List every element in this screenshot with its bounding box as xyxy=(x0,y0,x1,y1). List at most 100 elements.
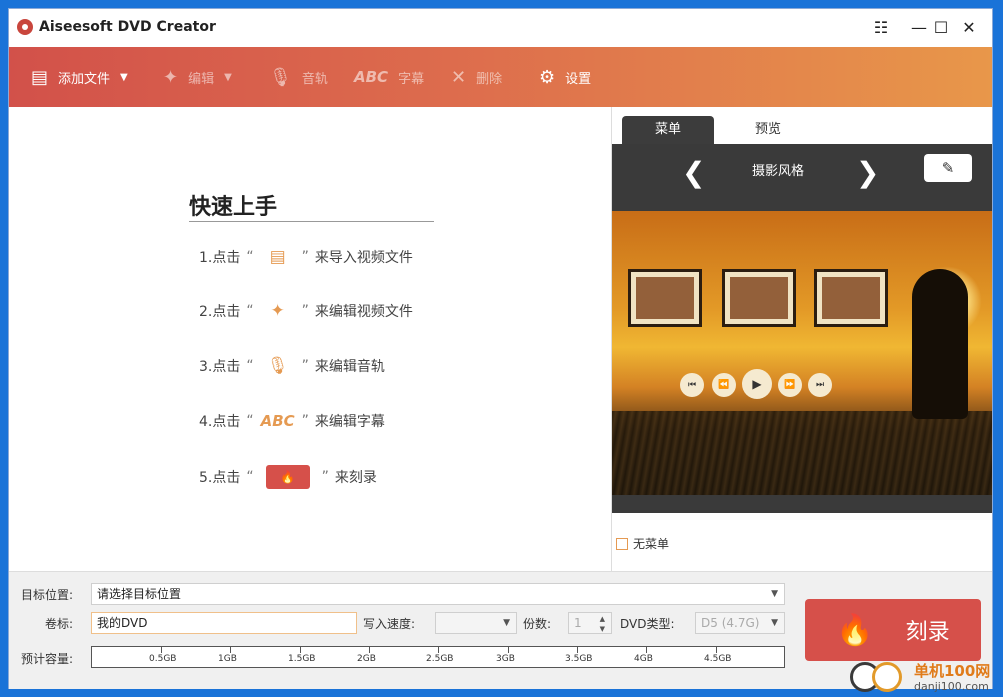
write-speed-select[interactable]: ▼ xyxy=(435,612,517,634)
chevron-down-icon[interactable]: ▼ xyxy=(771,584,778,604)
speed-label: 写入速度: xyxy=(363,617,416,631)
quote-open: “ xyxy=(246,303,254,319)
toolbar: ▤ 添加文件 ▼ ✦ 编辑 ▼ 🎙 音轨 ABC 字幕 ✕ 删除 ⚙ 设置 xyxy=(9,47,992,107)
add-file-button[interactable]: ▤ 添加文件 ▼ xyxy=(31,47,128,107)
copies-stepper[interactable]: 1 ▲ ▼ xyxy=(568,612,612,634)
step-suffix: 来导入视频文件 xyxy=(314,250,413,266)
quote-close: ” xyxy=(301,358,309,374)
add-file-icon: ▤ xyxy=(269,247,286,267)
target-value: 请选择目标位置 xyxy=(97,587,182,601)
volume-value: 我的DVD xyxy=(97,616,148,630)
add-file-icon: ▤ xyxy=(31,66,49,88)
copies-label: 份数: xyxy=(523,617,552,631)
edit-menu-icon: ✎ xyxy=(941,159,955,177)
first-chapter-icon[interactable]: ⏮ xyxy=(680,373,704,397)
capacity-bar: 0.5GB 1GB 1.5GB 2GB 2.5GB 3GB 3.5GB 4GB … xyxy=(91,646,785,668)
photographer-silhouette xyxy=(912,269,968,419)
audio-button[interactable]: 🎙 音轨 xyxy=(269,47,328,107)
step-suffix: 来编辑音轨 xyxy=(314,359,385,375)
prev-template-icon[interactable]: ❮ xyxy=(682,156,705,189)
rewind-icon[interactable]: ⏪ xyxy=(712,373,736,397)
quote-open: “ xyxy=(246,249,254,265)
edit-stars-icon: ✦ xyxy=(163,66,179,88)
no-menu-checkbox[interactable]: 无菜单 xyxy=(616,535,669,552)
step-prefix: 1.点击 xyxy=(199,250,241,266)
mic-icon: 🎙 xyxy=(269,66,292,88)
tab-menu[interactable]: 菜单 xyxy=(622,116,714,144)
burn-button[interactable]: 🔥 刻录 xyxy=(805,599,981,661)
volume-label: 卷标: xyxy=(45,617,74,631)
quickstart-step-5: 5.点击 “ 🔥 ” 来刻录 xyxy=(199,465,377,489)
quote-open: “ xyxy=(246,469,254,485)
app-title: Aiseesoft DVD Creator xyxy=(39,19,216,35)
abc-icon: ABC xyxy=(354,68,389,86)
forward-icon[interactable]: ⏩ xyxy=(778,373,802,397)
edit-menu-button[interactable]: ✎ xyxy=(924,154,972,182)
settings-button[interactable]: ⚙ 设置 xyxy=(539,47,591,107)
settings-label: 设置 xyxy=(565,71,592,87)
burn-icon: 🔥 xyxy=(265,465,310,489)
play-icon[interactable]: ▶ xyxy=(742,369,772,399)
delete-button[interactable]: ✕ 删除 xyxy=(451,47,502,107)
quickstart-divider xyxy=(189,221,434,222)
chevron-down-icon[interactable]: ▼ xyxy=(771,613,778,633)
quote-close: ” xyxy=(301,413,309,429)
watermark-text: 单机100网 xyxy=(914,662,991,680)
feedback-icon[interactable]: ☷ xyxy=(869,17,893,39)
quote-open: “ xyxy=(246,413,254,429)
menu-preview-image: ⏮ ⏪ ▶ ⏩ ⏭ xyxy=(612,211,992,495)
quickstart-step-1: 1.点击 “ ▤ ” 来导入视频文件 xyxy=(199,247,413,267)
step-prefix: 2.点击 xyxy=(199,304,241,320)
last-chapter-icon[interactable]: ⏭ xyxy=(808,373,832,397)
watermark-logo-icon xyxy=(872,662,902,692)
checkbox-box[interactable] xyxy=(616,537,628,550)
edit-label: 编辑 xyxy=(188,71,215,87)
edit-dropdown-icon[interactable]: ▼ xyxy=(224,72,232,83)
add-file-dropdown-icon[interactable]: ▼ xyxy=(120,72,128,83)
menu-template-bar: ❮ 摄影风格 ❯ ✎ xyxy=(612,144,992,211)
dvd-type-value: D5 (4.7G) xyxy=(701,616,760,630)
chapter-frame[interactable] xyxy=(628,269,702,327)
next-template-icon[interactable]: ❯ xyxy=(856,156,879,189)
quote-close: ” xyxy=(301,303,309,319)
step-prefix: 3.点击 xyxy=(199,359,241,375)
watermark: 单机100网 danji100.com xyxy=(850,660,1000,697)
close-button[interactable]: ✕ xyxy=(957,17,981,39)
minimize-button[interactable]: — xyxy=(907,17,931,39)
chapter-frame[interactable] xyxy=(722,269,796,327)
output-settings-panel: 目标位置: 请选择目标位置 ▼ 卷标: 我的DVD 写入速度: ▼ 份数: 1 … xyxy=(9,571,992,689)
copies-value: 1 xyxy=(574,616,582,630)
delete-label: 删除 xyxy=(476,71,503,87)
volume-label-input[interactable]: 我的DVD xyxy=(91,612,357,634)
abc-icon: ABC xyxy=(260,412,295,430)
burn-label: 刻录 xyxy=(905,620,950,645)
target-location-select[interactable]: 请选择目标位置 ▼ xyxy=(91,583,785,605)
tab-preview[interactable]: 预览 xyxy=(722,116,814,144)
dvd-type-select[interactable]: D5 (4.7G) ▼ xyxy=(695,612,785,634)
step-prefix: 5.点击 xyxy=(199,470,241,486)
subtitle-button[interactable]: ABC 字幕 xyxy=(354,47,424,107)
preview-panel: 菜单 预览 ❮ 摄影风格 ❯ ✎ ⏮ ⏪ ▶ ⏩ ⏭ 无菜单 xyxy=(611,107,992,571)
step-suffix: 来刻录 xyxy=(334,470,377,486)
edit-button[interactable]: ✦ 编辑 ▼ xyxy=(163,47,232,107)
quote-open: “ xyxy=(246,358,254,374)
chapter-frame[interactable] xyxy=(814,269,888,327)
step-prefix: 4.点击 xyxy=(199,414,241,430)
app-window: Aiseesoft DVD Creator ☷ — ☐ ✕ ▤ 添加文件 ▼ ✦… xyxy=(8,8,993,689)
capacity-label: 预计容量: xyxy=(21,652,74,666)
app-logo-icon xyxy=(17,19,33,35)
shore-ground xyxy=(612,411,992,495)
quote-close: ” xyxy=(321,469,329,485)
quickstart-step-4: 4.点击 “ ABC ” 来编辑字幕 xyxy=(199,411,385,431)
maximize-button[interactable]: ☐ xyxy=(929,17,953,39)
audio-label: 音轨 xyxy=(301,71,328,87)
stepper-arrows-icon[interactable]: ▲ ▼ xyxy=(600,614,605,634)
quickstart-step-2: 2.点击 “ ✦ ” 来编辑视频文件 xyxy=(199,301,413,321)
flame-icon: 🔥 xyxy=(836,612,874,648)
add-file-label: 添加文件 xyxy=(58,71,111,87)
chevron-down-icon[interactable]: ▼ xyxy=(503,613,510,633)
watermark-url: danji100.com xyxy=(914,680,989,693)
preview-bottom-bar xyxy=(612,495,992,513)
quickstart-panel: 快速上手 1.点击 “ ▤ ” 来导入视频文件 2.点击 “ ✦ ” 来编辑视频… xyxy=(9,107,611,571)
title-bar: Aiseesoft DVD Creator ☷ — ☐ ✕ xyxy=(9,9,992,47)
